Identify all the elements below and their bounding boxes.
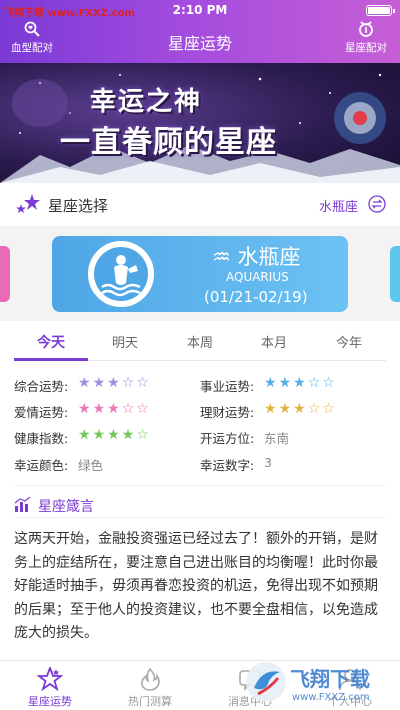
- filled-star-icon: ★: [78, 375, 93, 391]
- zodiac-carousel[interactable]: ♒ 水瓶座 AQUARIUS (01/21-02/19): [0, 227, 400, 321]
- bar-chart-icon: [14, 497, 31, 512]
- water-bearer-icon: [94, 247, 148, 301]
- lucky-number-value: 3: [264, 455, 272, 470]
- zodiac-selector-header: 星座选择 水瓶座: [0, 183, 400, 227]
- banner-headline-1: 幸运之神: [90, 87, 203, 117]
- filled-star-icon: ★: [92, 375, 108, 391]
- zodiac-match-icon: [359, 21, 373, 37]
- love-label: 爱情运势:: [14, 405, 69, 420]
- selected-zodiac[interactable]: 水瓶座: [319, 196, 358, 215]
- bottom-nav: 星座运势 热门测算 消息中心 个人中心 飞翔下载 www.FXXZ.com: [0, 660, 400, 710]
- empty-star-icon: ☆: [307, 401, 323, 417]
- filled-star-icon: ★: [92, 427, 108, 443]
- zodiac-name-text: 水瓶座: [237, 245, 301, 269]
- next-zodiac-card[interactable]: [390, 246, 400, 302]
- fortune-row: 幸运颜色: 绿色 幸运数字: 3: [14, 449, 386, 475]
- filled-star-icon: ★: [78, 427, 93, 443]
- direction-value: 东南: [264, 431, 290, 446]
- tab-this-year[interactable]: 今年: [312, 332, 386, 351]
- career-rating-stars: ★★★☆☆: [264, 375, 337, 391]
- direction-label: 开运方位:: [200, 431, 255, 446]
- filled-star-icon: ★: [293, 401, 308, 417]
- active-tab-indicator: [14, 358, 88, 361]
- health-rating-stars: ★★★★☆: [78, 427, 151, 443]
- empty-star-icon: ☆: [322, 375, 337, 391]
- quote-header: 星座箴言: [14, 494, 386, 518]
- filled-star-icon: ★: [278, 375, 294, 391]
- quote-title: 星座箴言: [38, 499, 94, 515]
- love-rating-stars: ★★★☆☆: [78, 401, 151, 417]
- promo-banner[interactable]: 幸运之神 一直眷顾的星座: [0, 63, 400, 183]
- filled-star-icon: ★: [107, 375, 122, 391]
- nav-hot-tests[interactable]: 热门测算: [100, 667, 200, 709]
- filled-star-icon: ★: [107, 427, 122, 443]
- zodiac-match-button[interactable]: 星座配对: [336, 20, 396, 55]
- nav-horoscope[interactable]: 星座运势: [0, 667, 100, 709]
- fortune-row: 综合运势: ★★★☆☆ 事业运势: ★★★☆☆: [14, 370, 386, 396]
- empty-star-icon: ☆: [136, 427, 151, 443]
- overall-rating-stars: ★★★☆☆: [78, 375, 151, 391]
- swap-icon[interactable]: [368, 195, 386, 213]
- zodiac-match-label: 星座配对: [345, 42, 387, 54]
- zodiac-date-range: (01/21-02/19): [204, 288, 308, 306]
- health-label: 健康指数:: [14, 431, 69, 446]
- svg-text:www.FXXZ.com: www.FXXZ.com: [292, 692, 370, 703]
- nav-horoscope-label: 星座运势: [28, 695, 72, 708]
- filled-star-icon: ★: [121, 427, 137, 443]
- empty-star-icon: ☆: [136, 401, 151, 417]
- lucky-color-value: 绿色: [78, 458, 104, 473]
- lucky-number-label: 幸运数字:: [200, 458, 255, 473]
- tab-this-week[interactable]: 本周: [163, 332, 237, 351]
- wealth-label: 理财运势:: [200, 405, 255, 420]
- empty-star-icon: ☆: [121, 401, 137, 417]
- zodiac-selector-title: 星座选择: [48, 197, 109, 215]
- divider: [14, 517, 386, 518]
- nav-hot-tests-label: 热门测算: [128, 695, 172, 708]
- zodiac-english-name: AQUARIUS: [226, 270, 289, 284]
- divider: [14, 485, 386, 486]
- filled-star-icon: ★: [264, 401, 279, 417]
- site-logo-watermark: 飞翔下载 www.FXXZ.com: [246, 662, 370, 703]
- empty-star-icon: ☆: [121, 375, 137, 391]
- overall-label: 综合运势:: [14, 379, 69, 394]
- tab-this-month[interactable]: 本月: [237, 332, 311, 351]
- battery-icon: [366, 5, 395, 16]
- zodiac-card-aquarius[interactable]: ♒ 水瓶座 AQUARIUS (01/21-02/19): [52, 236, 348, 312]
- filled-star-icon: ★: [293, 375, 308, 391]
- empty-star-icon: ☆: [136, 375, 151, 391]
- filled-star-icon: ★: [92, 401, 108, 417]
- filled-star-icon: ★: [78, 401, 93, 417]
- tab-today[interactable]: 今天: [14, 332, 88, 352]
- flame-icon: [141, 667, 160, 691]
- empty-star-icon: ☆: [307, 375, 323, 391]
- fortune-row: 爱情运势: ★★★☆☆ 理财运势: ★★★☆☆: [14, 396, 386, 422]
- tab-tomorrow[interactable]: 明天: [88, 332, 162, 351]
- zodiac-name: ♒ 水瓶座: [212, 241, 301, 271]
- aquarius-emblem: [88, 241, 154, 307]
- star-icon: [37, 667, 63, 691]
- lucky-color-label: 幸运颜色:: [14, 458, 69, 473]
- filled-star-icon: ★: [278, 401, 294, 417]
- status-time: 2:10 PM: [172, 3, 228, 17]
- banner-headline-2: 一直眷顾的星座: [60, 125, 277, 160]
- period-tabs: 今天 明天 本周 本月 今年: [14, 321, 386, 361]
- aquarius-symbol-icon: ♒: [212, 245, 231, 269]
- filled-star-icon: ★: [107, 401, 122, 417]
- empty-star-icon: ☆: [322, 401, 337, 417]
- quote-text: 这两天开始，金融投资强运已经过去了！额外的开销，是财务上的症结所在，要注意自己进…: [14, 531, 378, 641]
- career-label: 事业运势:: [200, 379, 255, 394]
- prev-zodiac-card[interactable]: [0, 246, 10, 302]
- filled-star-icon: ★: [264, 375, 279, 391]
- sparkle-stars-icon: [16, 194, 40, 213]
- fortune-row: 健康指数: ★★★★☆ 开运方位: 东南: [14, 422, 386, 448]
- wealth-rating-stars: ★★★☆☆: [264, 401, 337, 417]
- app-header: 飞翔下载 www.FXXZ.com 2:10 PM 血型配对 星座运势 星座配对: [0, 0, 400, 63]
- svg-text:飞翔下载: 飞翔下载: [290, 667, 370, 691]
